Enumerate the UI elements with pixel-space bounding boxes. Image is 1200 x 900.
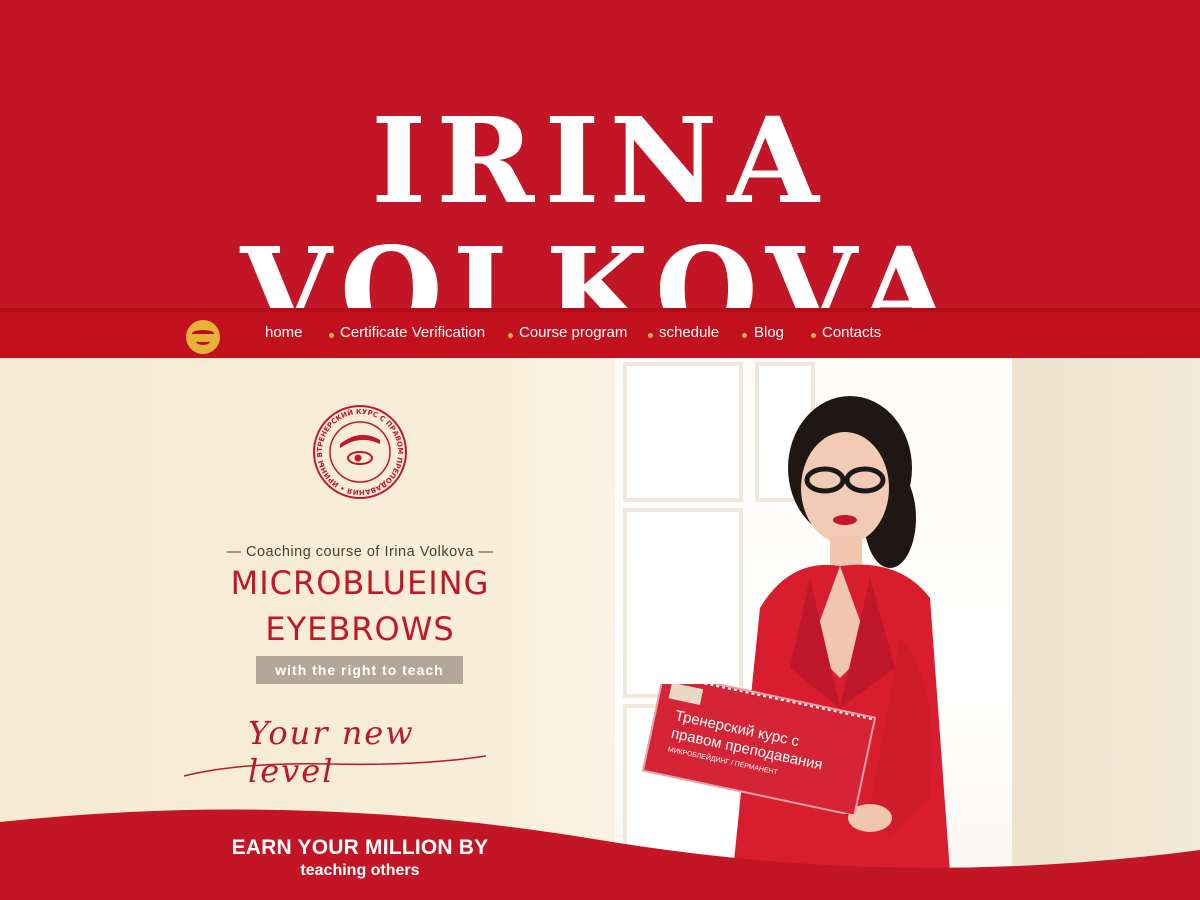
cta-heading: EARN YOUR MILLION BY [231, 836, 489, 859]
cta-subheading: teaching others [300, 862, 420, 879]
script-underline-flourish [183, 755, 487, 777]
site-banner: Irina Volkova [0, 0, 1200, 356]
nav-schedule[interactable]: schedule [659, 324, 719, 341]
course-stamp-logo: ТРЕНЕРСКИЙ КУРС С ПРАВОМ ПРЕПОДАВАНИЯ • … [312, 404, 407, 499]
eyebrow-eye-icon[interactable] [186, 320, 220, 354]
nav-home[interactable]: home [265, 324, 303, 341]
nav-certificate-verification[interactable]: Certificate Verification [340, 324, 485, 341]
nav-course-program[interactable]: Course program [519, 324, 627, 341]
hero-title-line1: MICROBLUEING [230, 564, 490, 602]
nav-dot-icon [742, 333, 747, 338]
teach-badge: with the right to teach [256, 656, 463, 684]
nav-dot-icon [811, 333, 816, 338]
nav-dot-icon [648, 333, 653, 338]
main-nav: home Certificate Verification Course pro… [0, 308, 1200, 358]
nav-dot-icon [508, 333, 513, 338]
nav-contacts[interactable]: Contacts [822, 324, 881, 341]
cta-wave-background [0, 809, 1200, 900]
nav-dot-icon [329, 333, 334, 338]
course-subtitle: — Coaching course of Irina Volkova — [226, 544, 494, 560]
hero-title-line2: EYEBROWS [265, 610, 455, 648]
nav-blog[interactable]: Blog [754, 324, 784, 341]
